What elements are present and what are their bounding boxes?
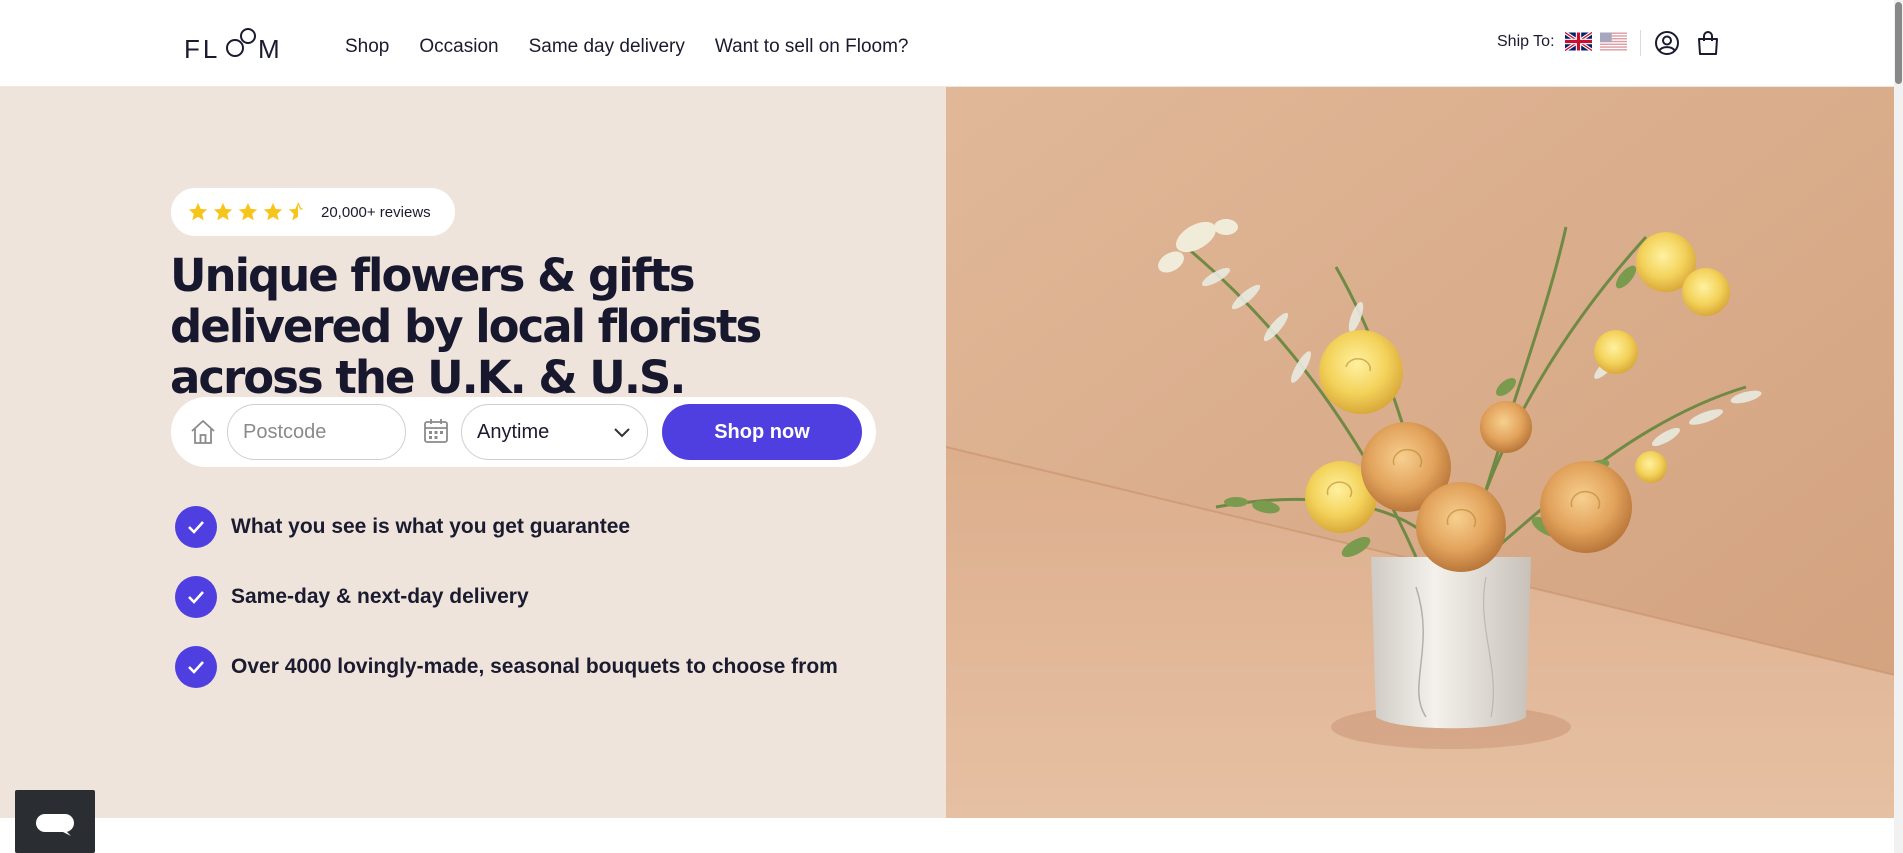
nav-occasion[interactable]: Occasion — [419, 36, 498, 58]
benefit-text: Same-day & next-day delivery — [231, 585, 529, 608]
nav-same-day-delivery[interactable]: Same day delivery — [529, 36, 685, 58]
star-rating — [187, 201, 309, 223]
delivery-date-value: Anytime — [477, 420, 550, 443]
home-icon — [191, 420, 215, 444]
list-item: Same-day & next-day delivery — [175, 576, 838, 618]
nav-shop[interactable]: Shop — [345, 36, 389, 58]
hero-headline: Unique flowers & gifts delivered by loca… — [170, 249, 762, 404]
uk-flag-icon[interactable] — [1564, 32, 1592, 51]
header-divider — [1640, 30, 1641, 56]
nav-sell-on-floom[interactable]: Want to sell on Floom? — [715, 36, 909, 58]
calendar-icon — [424, 419, 448, 443]
delivery-date-select[interactable]: Anytime — [461, 404, 648, 460]
bouquet-image — [946, 87, 1903, 818]
check-icon — [175, 506, 217, 548]
star-icon — [213, 202, 233, 221]
benefit-text: Over 4000 lovingly-made, seasonal bouque… — [231, 655, 838, 678]
us-flag-icon[interactable] — [1599, 32, 1627, 51]
svg-text:FL: FL — [184, 34, 220, 62]
bag-icon[interactable] — [1695, 30, 1721, 56]
page-scrollbar[interactable] — [1894, 0, 1903, 853]
scrollbar-thumb[interactable] — [1895, 2, 1902, 84]
postcode-input[interactable] — [227, 404, 406, 460]
main-nav: Shop Occasion Same day delivery Want to … — [345, 36, 908, 58]
svg-text:M: M — [258, 34, 280, 62]
hero-image — [946, 87, 1903, 818]
benefit-text: What you see is what you get guarantee — [231, 515, 631, 538]
chevron-down-icon — [614, 428, 630, 438]
site-header: FL M Shop Occasion Same day delivery Wan… — [0, 0, 1903, 87]
list-item: What you see is what you get guarantee — [175, 506, 838, 548]
reviews-badge[interactable]: 20,000+ reviews — [171, 188, 455, 236]
list-item: Over 4000 lovingly-made, seasonal bouque… — [175, 646, 838, 688]
ship-to-label: Ship To: — [1497, 32, 1555, 50]
ship-to-selector: Ship To: — [1497, 32, 1635, 51]
delivery-search-bar: Anytime Shop now — [171, 397, 876, 467]
chat-icon — [36, 814, 74, 836]
account-icon[interactable] — [1654, 30, 1680, 56]
benefits-list: What you see is what you get guarantee S… — [175, 506, 838, 716]
shop-now-button[interactable]: Shop now — [662, 404, 862, 460]
half-star-icon — [288, 202, 303, 221]
check-icon — [175, 646, 217, 688]
star-icon — [238, 202, 258, 221]
chat-button[interactable] — [15, 790, 95, 853]
reviews-count: 20,000+ reviews — [321, 203, 431, 221]
floom-logo[interactable]: FL M — [184, 28, 288, 62]
star-icon — [263, 202, 283, 221]
star-icon — [188, 202, 208, 221]
check-icon — [175, 576, 217, 618]
